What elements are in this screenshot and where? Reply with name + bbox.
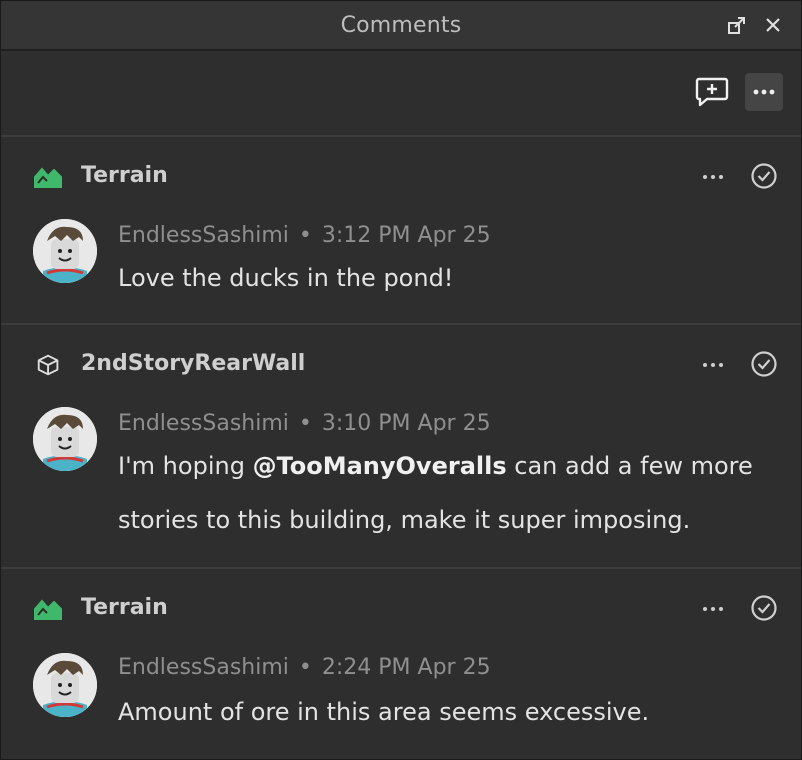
comment-add-icon (695, 77, 729, 107)
panel-title: Comments (340, 12, 462, 38)
author-name[interactable]: EndlessSashimi (118, 411, 289, 436)
resolve-check-icon[interactable] (750, 350, 778, 378)
comment-meta: EndlessSashimi • 3:10 PM Apr 25 (118, 411, 491, 436)
timestamp: 3:12 PM Apr 25 (321, 223, 491, 248)
user-mention[interactable]: @TooManyOveralls (253, 452, 507, 480)
separator-dot: • (298, 411, 312, 436)
comment-meta: EndlessSashimi • 2:24 PM Apr 25 (118, 655, 491, 680)
title-bar[interactable]: Comments (1, 1, 801, 51)
ellipsis-icon (703, 363, 723, 367)
ellipsis-icon (703, 607, 723, 611)
thread-more-button[interactable] (699, 167, 727, 187)
comment-body: I'm hoping @TooManyOveralls can add a fe… (118, 439, 778, 547)
window-controls (727, 15, 783, 35)
separator-dot: • (298, 655, 312, 680)
comment-meta: EndlessSashimi • 3:12 PM Apr 25 (118, 223, 491, 248)
avatar[interactable] (33, 653, 97, 717)
object-name[interactable]: 2ndStoryRearWall (81, 351, 305, 376)
terrain-icon (34, 599, 62, 620)
separator-dot: • (298, 223, 312, 248)
comment-text: I'm hoping (118, 452, 253, 480)
comment-body: Love the ducks in the pond! (118, 264, 454, 292)
thread-header: Terrain (1, 137, 801, 193)
new-comment-button[interactable] (693, 73, 731, 111)
avatar[interactable] (33, 407, 97, 471)
timestamp: 3:10 PM Apr 25 (321, 411, 491, 436)
toolbar (1, 51, 801, 137)
avatar-image (33, 653, 97, 717)
terrain-icon (34, 167, 62, 188)
avatar-image (33, 407, 97, 471)
object-name[interactable]: Terrain (81, 163, 168, 188)
restore-icon[interactable] (727, 15, 747, 35)
avatar[interactable] (33, 219, 97, 283)
resolve-check-icon[interactable] (750, 162, 778, 190)
thread-header: Terrain (1, 569, 801, 625)
thread-header: 2ndStoryRearWall (1, 325, 801, 381)
ellipsis-icon (703, 175, 723, 179)
comments-panel: Comments Terrain EndlessSashimi • 3:12 P… (0, 0, 802, 760)
author-name[interactable]: EndlessSashimi (118, 655, 289, 680)
more-options-button[interactable] (745, 73, 783, 111)
resolve-check-icon[interactable] (750, 594, 778, 622)
timestamp: 2:24 PM Apr 25 (321, 655, 491, 680)
part-cube-icon (37, 354, 59, 376)
author-name[interactable]: EndlessSashimi (118, 223, 289, 248)
thread-more-button[interactable] (699, 355, 727, 375)
comment-thread[interactable]: Terrain EndlessSashimi (1, 569, 801, 757)
thread-more-button[interactable] (699, 599, 727, 619)
comment-thread[interactable]: 2ndStoryRearWall EndlessSashimi • 3:10 P… (1, 325, 801, 569)
comment-thread[interactable]: Terrain EndlessSashimi (1, 137, 801, 325)
avatar-image (33, 219, 97, 283)
close-icon[interactable] (763, 15, 783, 35)
object-name[interactable]: Terrain (81, 595, 168, 620)
comment-body: Amount of ore in this area seems excessi… (118, 698, 650, 726)
ellipsis-icon (753, 89, 775, 95)
